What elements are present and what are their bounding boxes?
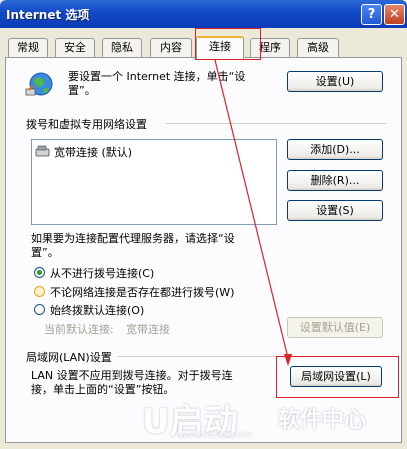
watermark-url: WWW.UQIDONG.COM: [180, 432, 252, 439]
tab-connections[interactable]: 连接: [196, 36, 244, 59]
watermark-text: 软件中心: [278, 408, 367, 433]
annotation-arrow: [214, 59, 292, 366]
